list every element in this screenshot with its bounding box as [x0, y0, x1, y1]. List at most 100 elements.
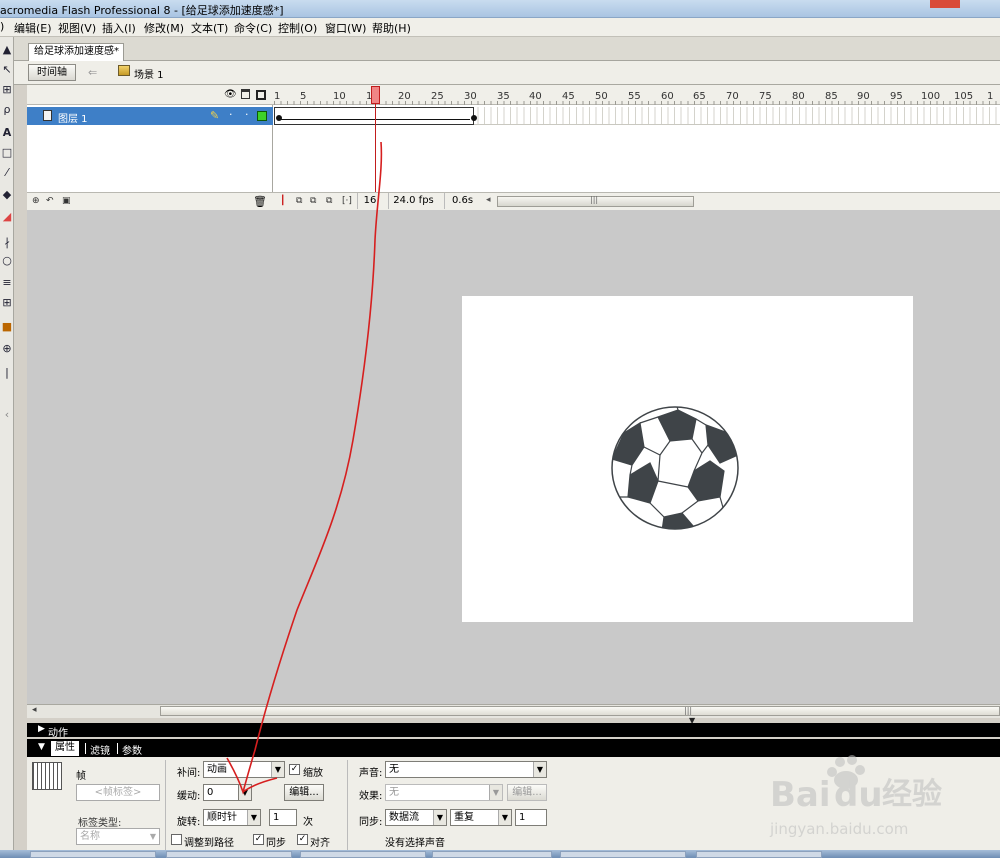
menu-edit[interactable]: 编辑(E)	[14, 20, 52, 36]
menu-insert[interactable]: 插入(I)	[102, 20, 136, 36]
lasso-tool-icon[interactable]: ρ	[0, 102, 14, 118]
times-unit: 次	[303, 817, 313, 828]
rectangle-tool-icon[interactable]: □	[0, 145, 14, 161]
scroll-left-icon[interactable]: ◂	[486, 195, 491, 205]
tween-label: 补间:	[177, 768, 201, 779]
window-close-button[interactable]	[930, 0, 960, 8]
rotate-select[interactable]: 顺时针 ▼	[203, 809, 261, 826]
expand-arrow-icon[interactable]: ▶	[38, 724, 45, 734]
fill-color-icon[interactable]: ■	[0, 319, 14, 335]
selection-tool-icon[interactable]: ▲	[0, 42, 14, 58]
rotate-value: 顺时针	[207, 812, 237, 823]
insert-layer-icon[interactable]: ⊕	[32, 196, 44, 206]
collapse-arrow-icon[interactable]: ▼	[38, 742, 45, 752]
snap-label: 对齐	[310, 838, 330, 849]
menu-view[interactable]: 视图(V)	[58, 20, 96, 36]
taskbar-item[interactable]	[560, 851, 686, 858]
scene-label[interactable]: 场景 1	[134, 66, 164, 81]
ruler-label: 75	[759, 91, 772, 102]
taskbar-item[interactable]	[166, 851, 292, 858]
baidu-jingyan-watermark: Bai du 经验 jingyan.baidu.com	[769, 755, 942, 838]
menu-window[interactable]: 窗口(W)	[325, 20, 366, 36]
hand-tool-icon[interactable]: ∤	[0, 235, 14, 251]
motion-tween-span[interactable]	[274, 107, 474, 125]
frame-heading: 帧	[76, 771, 86, 782]
soccer-ball-icon[interactable]	[610, 405, 740, 531]
show-hide-eye-icon[interactable]: 👁	[224, 89, 237, 100]
playhead[interactable]	[371, 86, 380, 104]
ruler-label: 50	[595, 91, 608, 102]
ruler-label: 1	[274, 91, 281, 102]
effect-select[interactable]: 无 ▼	[385, 784, 503, 801]
effect-edit-button[interactable]: 编辑...	[507, 784, 547, 801]
layer-visible-dot[interactable]: ·	[229, 108, 233, 121]
layer-icon	[43, 110, 52, 121]
brush-tool-icon[interactable]: ⁄	[0, 165, 14, 181]
repeat-value: 重复	[454, 812, 474, 823]
option-icon[interactable]: |	[0, 365, 14, 381]
rotate-times-input[interactable]: 1	[269, 809, 297, 826]
frame-label-input[interactable]: <帧标签>	[76, 784, 160, 801]
repeat-select[interactable]: 重复 ▼	[450, 809, 512, 826]
document-tab-strip	[14, 37, 1000, 61]
menu-commands[interactable]: 命令(C)	[234, 20, 272, 36]
ruler-label: 20	[398, 91, 411, 102]
insert-folder-icon[interactable]: ▣	[62, 196, 74, 206]
zoom-tool-icon[interactable]: ○	[0, 253, 14, 269]
taskbar-item[interactable]	[300, 851, 426, 858]
menu-help[interactable]: 帮助(H)	[372, 20, 411, 36]
taskbar-item[interactable]	[432, 851, 552, 858]
eraser-tool-icon[interactable]: ◢	[0, 209, 14, 225]
keyframe[interactable]	[276, 115, 282, 121]
actions-panel-title[interactable]: 动作	[48, 724, 68, 739]
ruler-label: 55	[628, 91, 641, 102]
timeline-toggle-button[interactable]: 时间轴	[28, 64, 76, 81]
ruler-label: 10	[333, 91, 346, 102]
taskbar-item[interactable]	[30, 851, 156, 858]
watermark-brand: Bai	[770, 775, 831, 815]
text-tool-icon[interactable]: A	[0, 125, 14, 141]
menu-control[interactable]: 控制(O)	[278, 20, 317, 36]
sound-select[interactable]: 无 ▼	[385, 761, 547, 778]
pencil-icon: ✎	[210, 109, 220, 122]
back-arrow-icon[interactable]: ⇐	[88, 66, 97, 79]
document-tab[interactable]: 给足球添加速度感*	[28, 43, 124, 61]
ruler-label: 80	[792, 91, 805, 102]
straighten-icon[interactable]: ‹	[0, 407, 14, 423]
label-type-select[interactable]: 名称 ▼	[76, 828, 160, 845]
paint-bucket-icon[interactable]: ◆	[0, 187, 14, 203]
sync-label: 同步	[266, 838, 286, 849]
chevron-down-icon: ▼	[489, 785, 502, 800]
outline-icon[interactable]	[256, 90, 266, 100]
orient-to-path-checkbox[interactable]	[171, 834, 182, 845]
ruler-label: 95	[890, 91, 903, 102]
layer-outline-swatch[interactable]	[257, 111, 267, 121]
tab-filters[interactable]: 滤镜	[90, 742, 110, 757]
tab-parameters[interactable]: 参数	[122, 742, 142, 757]
keyframe[interactable]	[471, 115, 477, 121]
no-sound-message: 没有选择声音	[385, 838, 445, 849]
add-guide-layer-icon[interactable]: ↶	[46, 196, 58, 206]
snap-icon[interactable]: ⊕	[0, 341, 14, 357]
ruler-label: 60	[661, 91, 674, 102]
sync-checkbox[interactable]: ✓	[253, 834, 264, 845]
layer-lock-dot[interactable]: ·	[245, 108, 249, 121]
swap-colors-icon[interactable]: ⊞	[0, 295, 14, 311]
actions-panel-bar[interactable]	[27, 723, 1000, 737]
scroll-left-icon[interactable]: ◂	[32, 705, 37, 715]
menu-file-fragment[interactable]: )	[0, 20, 4, 33]
menu-text[interactable]: 文本(T)	[191, 20, 228, 36]
lock-icon[interactable]	[241, 89, 250, 99]
ruler-label: 65	[693, 91, 706, 102]
sync-sound-select[interactable]: 数据流 ▼	[385, 809, 447, 826]
repeat-count-input[interactable]: 1	[515, 809, 547, 826]
stroke-color-icon[interactable]: ≡	[0, 275, 14, 291]
taskbar-item[interactable]	[696, 851, 822, 858]
subselect-tool-icon[interactable]: ↖	[0, 62, 14, 78]
tween-value: 动画	[207, 764, 227, 775]
snap-checkbox[interactable]: ✓	[297, 834, 308, 845]
tab-properties[interactable]: 属性	[51, 741, 79, 756]
layer-name[interactable]: 图层 1	[58, 110, 88, 125]
menu-modify[interactable]: 修改(M)	[144, 20, 184, 36]
free-transform-icon[interactable]: ⊞	[0, 82, 14, 98]
